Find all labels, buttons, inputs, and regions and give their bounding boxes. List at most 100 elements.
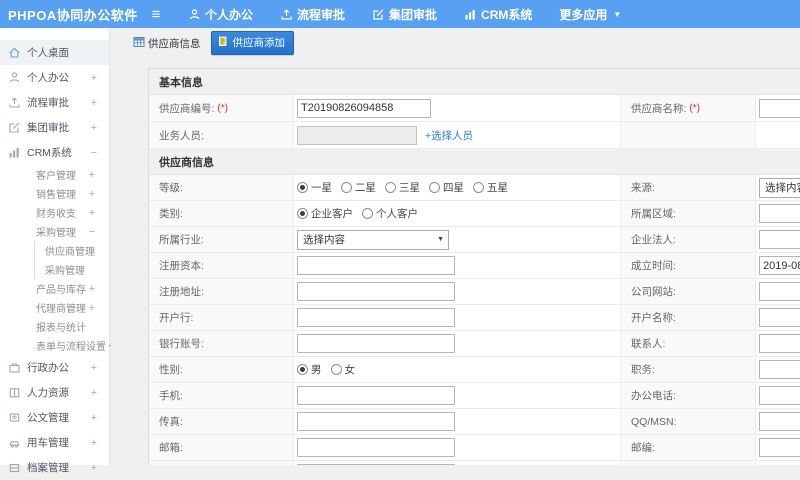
contact-input[interactable]	[759, 334, 800, 353]
tab-bar: 供应商信息 供应商添加	[111, 28, 800, 58]
sidebar-item-admin-office[interactable]: 行政办公 +	[0, 355, 109, 380]
level-radio-2[interactable]: 二星	[341, 180, 376, 195]
gender-label: 性别:	[159, 364, 183, 376]
required-mark: (*)	[217, 102, 228, 114]
supplier-no-input[interactable]	[297, 98, 431, 118]
email-label: 邮箱:	[159, 442, 183, 454]
gender-radio-male[interactable]: 男	[297, 362, 322, 377]
sidebar-item-finance[interactable]: 财务收支 +	[0, 203, 109, 222]
expand-icon[interactable]: +	[91, 72, 97, 84]
tab-supplier-info[interactable]: 供应商信息	[133, 36, 201, 51]
expand-icon[interactable]: +	[89, 188, 95, 200]
zip-input[interactable]	[759, 438, 800, 457]
sidebar-item-document-mgmt[interactable]: 公文管理 +	[0, 405, 109, 430]
topnav-group-approval[interactable]: 集团审批	[372, 6, 437, 23]
expand-icon[interactable]: +	[91, 437, 97, 449]
tab-supplier-add[interactable]: 供应商添加	[210, 31, 294, 55]
topnav-personal-office[interactable]: 个人办公	[188, 6, 253, 23]
expand-icon[interactable]: +	[89, 207, 95, 219]
source-label: 来源:	[631, 182, 655, 194]
radio-icon	[473, 182, 484, 193]
level-radio-3[interactable]: 三星	[385, 180, 420, 195]
bar-chart-icon	[464, 8, 477, 21]
form-row: 所属行业: 选择内容 ▼ 企业法人:	[149, 227, 800, 253]
bank-account-input[interactable]	[297, 334, 455, 353]
expand-icon[interactable]: +	[91, 412, 97, 424]
sidebar-item-form-flow-settings[interactable]: 表单与流程设置 +	[0, 336, 114, 355]
form-row: 邮箱: 邮编:	[149, 435, 800, 461]
sidebar-item-vehicle-mgmt[interactable]: 用车管理 +	[0, 430, 109, 455]
position-input[interactable]	[759, 360, 800, 379]
sidebar-item-human-resources[interactable]: 人力资源 +	[0, 380, 109, 405]
car-icon	[8, 436, 21, 449]
legal-person-input[interactable]	[759, 230, 800, 249]
sidebar-item-agent-mgmt[interactable]: 代理商管理 +	[0, 298, 109, 317]
sidebar-item-personal-desktop[interactable]: 个人桌面	[0, 40, 109, 65]
supplier-name-input[interactable]	[759, 98, 800, 118]
form-row: 地址:	[149, 461, 800, 465]
level-radio-group: 一星 二星 三星 四星 五星	[297, 180, 517, 195]
office-phone-input[interactable]	[759, 386, 800, 405]
sidebar-item-group-approval[interactable]: 集团审批 +	[0, 115, 109, 140]
collapse-icon[interactable]: −	[91, 147, 97, 159]
expand-icon[interactable]: +	[91, 462, 97, 474]
expand-icon[interactable]: +	[89, 169, 95, 181]
archive-icon	[8, 461, 21, 474]
category-radio-company[interactable]: 企业客户	[297, 206, 353, 221]
bank-input[interactable]	[297, 308, 455, 327]
zip-label: 邮编:	[631, 442, 655, 454]
industry-select[interactable]: 选择内容 ▼	[297, 229, 449, 250]
staff-input[interactable]	[297, 125, 417, 145]
bank-label: 开户行:	[159, 312, 194, 324]
expand-icon[interactable]: +	[89, 283, 95, 295]
expand-icon[interactable]: +	[91, 387, 97, 399]
level-radio-1[interactable]: 一星	[297, 180, 332, 195]
qq-msn-input[interactable]	[759, 412, 800, 431]
fax-input[interactable]	[297, 412, 455, 431]
website-input[interactable]	[759, 282, 800, 301]
founded-date-input[interactable]	[759, 256, 800, 275]
sidebar-item-sales-mgmt[interactable]: 销售管理 +	[0, 184, 109, 203]
mobile-input[interactable]	[297, 386, 455, 405]
source-select[interactable]: 选择内容 ▼	[759, 177, 800, 198]
sidebar-item-purchasing[interactable]: 采购管理	[34, 260, 109, 279]
bank-account-label: 银行账号:	[159, 338, 204, 350]
capital-input[interactable]	[297, 256, 455, 275]
topnav-workflow-approval[interactable]: 流程审批	[280, 6, 345, 23]
choose-staff-link[interactable]: +选择人员	[425, 128, 473, 143]
region-input[interactable]	[759, 204, 800, 223]
fax-label: 传真:	[159, 416, 183, 428]
reg-address-input[interactable]	[297, 282, 455, 301]
supplier-name-label: 供应商名称:	[631, 102, 687, 115]
level-radio-4[interactable]: 四星	[429, 180, 464, 195]
account-name-input[interactable]	[759, 308, 800, 327]
top-navigation: 个人办公 流程审批 集团审批 CRM系统 更多应用 ▼	[188, 6, 648, 23]
staff-label: 业务人员:	[159, 129, 204, 142]
form-row: 传真: QQ/MSN:	[149, 409, 800, 435]
sidebar-item-personal-office[interactable]: 个人办公 +	[0, 65, 109, 90]
topnav-crm-system[interactable]: CRM系统	[464, 6, 532, 23]
topnav-more-apps[interactable]: 更多应用 ▼	[559, 6, 621, 23]
level-radio-5[interactable]: 五星	[473, 180, 508, 195]
person-icon	[8, 71, 21, 84]
sidebar-item-customer-mgmt[interactable]: 客户管理 +	[0, 165, 109, 184]
sidebar-item-workflow-approval[interactable]: 流程审批 +	[0, 90, 109, 115]
collapse-icon[interactable]: −	[89, 226, 95, 238]
sidebar-item-crm-system[interactable]: CRM系统 −	[0, 140, 109, 165]
sidebar-item-supplier-mgmt[interactable]: 供应商管理	[34, 241, 109, 260]
sidebar-item-reports-stats[interactable]: 报表与统计	[0, 317, 109, 336]
expand-icon[interactable]: +	[89, 302, 95, 314]
sidebar-item-product-inventory[interactable]: 产品与库存 +	[0, 279, 109, 298]
sidebar: 个人桌面 个人办公 + 流程审批 + 集团审批 + CRM系统 − 客户管理 +…	[0, 28, 114, 474]
expand-icon[interactable]: +	[91, 97, 97, 109]
expand-icon[interactable]: +	[91, 362, 97, 374]
category-radio-group: 企业客户 个人客户	[297, 206, 427, 221]
email-input[interactable]	[297, 438, 455, 457]
sidebar-item-purchase-mgmt[interactable]: 采购管理 −	[0, 222, 109, 241]
menu-toggle-icon[interactable]: ≡	[146, 7, 166, 22]
gender-radio-female[interactable]: 女	[330, 362, 355, 377]
expand-icon[interactable]: +	[91, 122, 97, 134]
form-row: 注册地址: 公司网站:	[149, 279, 800, 305]
sidebar-item-archive-mgmt[interactable]: 档案管理 +	[0, 455, 109, 480]
category-radio-personal[interactable]: 个人客户	[362, 206, 418, 221]
